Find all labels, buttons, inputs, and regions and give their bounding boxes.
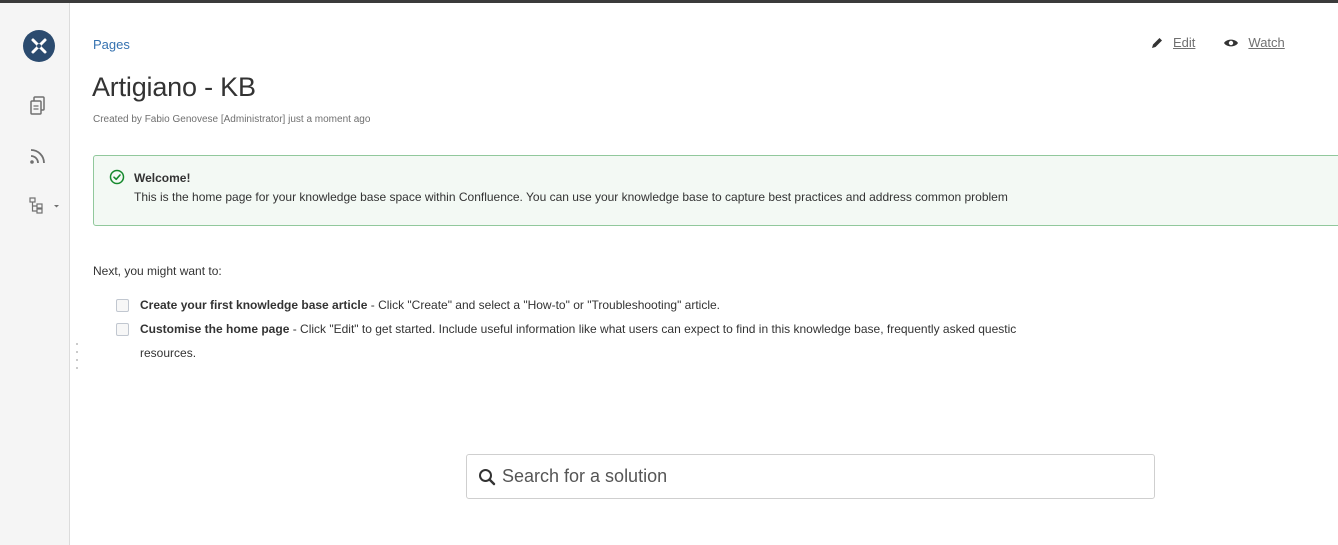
space-logo-icon[interactable]	[23, 30, 55, 62]
welcome-body: This is the home page for your knowledge…	[134, 190, 1008, 204]
welcome-title: Welcome!	[134, 171, 191, 185]
search-icon	[479, 468, 496, 485]
edit-label: Edit	[1173, 35, 1196, 50]
page-title: Artigiano - KB	[92, 72, 256, 102]
breadcrumb-pages[interactable]: Pages	[93, 37, 130, 52]
pages-icon[interactable]	[28, 96, 48, 116]
task-text: Create your first knowledge base article…	[140, 298, 720, 312]
eye-icon	[1224, 39, 1239, 46]
task-description-continuation: resources.	[140, 346, 197, 360]
task-title: Create your first knowledge base article	[140, 298, 368, 312]
created-time: just a moment ago	[288, 114, 371, 125]
task-checkbox[interactable]	[116, 323, 129, 336]
watch-label: Watch	[1248, 35, 1285, 50]
edit-button[interactable]: Edit	[1150, 35, 1195, 50]
rss-feed-icon[interactable]	[28, 146, 48, 166]
task-checkbox[interactable]	[116, 299, 129, 312]
chevron-down-icon	[54, 205, 59, 208]
sidebar-resize-handle[interactable]	[75, 343, 79, 369]
page-actions: Edit Watch	[1150, 35, 1285, 50]
watch-button[interactable]: Watch	[1223, 35, 1285, 50]
task-description: - Click "Create" and select a "How-to" o…	[367, 298, 721, 312]
welcome-panel: Welcome! This is the home page for your …	[93, 155, 1338, 226]
next-steps-heading: Next, you might want to:	[93, 264, 222, 278]
created-by-label: Created by	[93, 114, 142, 125]
check-circle-icon	[109, 169, 125, 185]
task-text: Customise the home page - Click "Edit" t…	[140, 322, 1016, 336]
space-sidebar	[0, 3, 70, 545]
pencil-icon	[1152, 37, 1162, 48]
page-metadata: Created by Fabio Genovese [Administrator…	[93, 114, 370, 125]
top-border	[0, 0, 1338, 3]
solution-search[interactable]	[466, 454, 1155, 499]
task-title: Customise the home page	[140, 322, 290, 336]
task-description: - Click "Edit" to get started. Include u…	[289, 322, 1017, 336]
search-input[interactable]	[502, 466, 1142, 487]
page-tree-icon[interactable]	[26, 196, 66, 216]
author-link[interactable]: Fabio Genovese [Administrator]	[145, 114, 286, 125]
